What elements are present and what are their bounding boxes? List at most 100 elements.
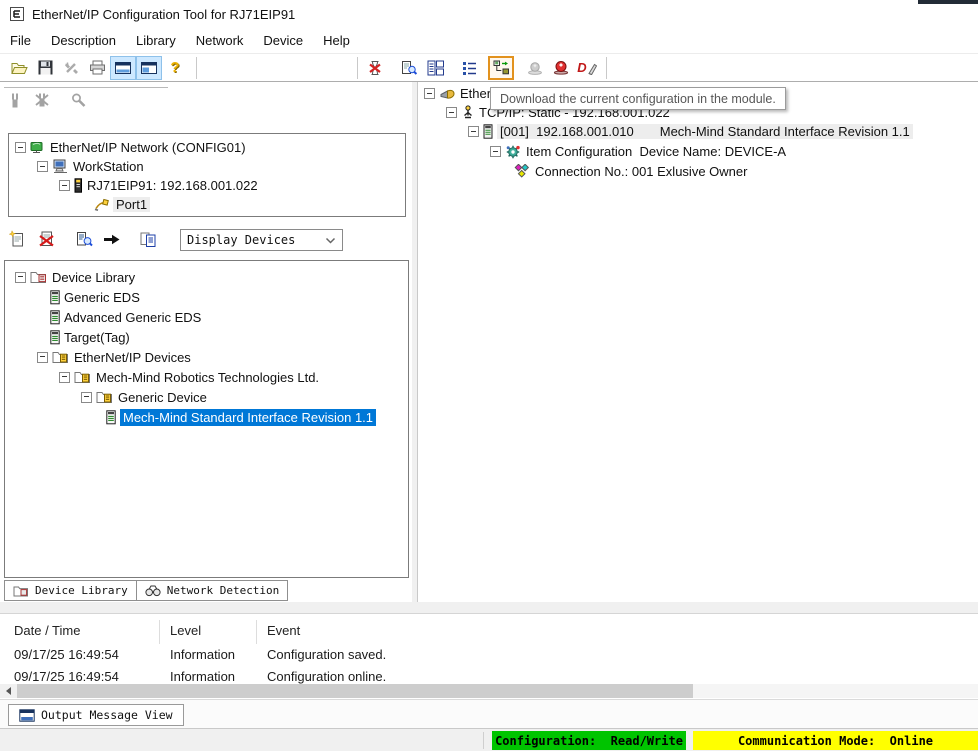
tree-label: RJ71EIP91: 192.168.001.022 [87,178,258,193]
tree-node-generic-device[interactable]: Generic Device [5,387,408,407]
pen-icon [587,61,597,75]
devices-folder-icon [96,390,114,404]
tree-node-advanced-generic-eds[interactable]: Advanced Generic EDS [5,307,408,327]
download-configuration-button[interactable] [488,56,514,80]
toggle-output-pane-button[interactable] [136,56,162,80]
menu-bar: File Description Library Network Device … [0,28,978,53]
status-bar: Configuration: Read/Write Communication … [0,728,978,751]
toolbar-separator [606,57,607,79]
collapse-icon[interactable] [468,126,479,137]
main-toolbar: ? D [0,53,978,82]
display-filter-select[interactable]: Display Devices [180,229,343,251]
tab-network-detection[interactable]: Network Detection [137,580,289,601]
log-column-event[interactable]: Event [257,620,770,644]
open-button[interactable] [6,56,32,80]
tooltip-text: Download the current configuration in th… [500,92,776,106]
tools-button-disabled [58,56,84,80]
tree-label: Device Library [52,270,135,285]
horizontal-splitter[interactable] [0,602,978,614]
log-horizontal-scrollbar[interactable] [0,684,978,698]
tree-label: [001] 192.168.001.010Mech-Mind Standard … [497,124,913,139]
device-name: Mech-Mind Standard Interface Revision 1.… [660,124,910,139]
eds-device-icon [50,290,60,305]
menu-description[interactable]: Description [41,30,126,51]
menu-file[interactable]: File [0,30,41,51]
add-device-icon[interactable] [8,230,27,248]
log-column-level[interactable]: Level [160,620,257,644]
print-button[interactable] [84,56,110,80]
collapse-icon[interactable] [37,161,48,172]
tools-icon [63,60,79,76]
collapse-icon[interactable] [424,88,435,99]
checklist-icon [462,61,477,75]
menu-network[interactable]: Network [186,30,254,51]
menu-device[interactable]: Device [253,30,313,51]
layout-left-pane-icon [141,62,157,74]
left-pane: EtherNet/IP Network (CONFIG01) WorkStati… [0,82,412,602]
device-list-button[interactable] [422,56,448,80]
insert-device-arrow-icon[interactable] [103,232,121,247]
tab-output-message-view[interactable]: Output Message View [8,704,184,726]
menu-help[interactable]: Help [313,30,360,51]
tree-node-connection[interactable]: Connection No.: 001 Exlusive Owner [514,162,747,181]
tree-label: EtherNet/IP Devices [74,350,191,365]
tree-node-device-library[interactable]: Device Library [5,267,408,287]
module-icon [483,124,493,139]
collapse-icon[interactable] [59,372,70,383]
go-offline-button[interactable] [362,56,388,80]
tree-node-vendor[interactable]: Mech-Mind Robotics Technologies Ltd. [5,367,408,387]
scroll-left-button[interactable] [0,684,17,698]
tree-node-item-configuration[interactable]: Item Configuration Device Name: DEVICE-A [490,142,786,161]
collapse-icon[interactable] [15,272,26,283]
tree-node-ethernet-ip-devices[interactable]: EtherNet/IP Devices [5,347,408,367]
layout-bottom-pane-icon [115,62,131,74]
collapse-icon[interactable] [490,146,501,157]
tree-node-generic-eds[interactable]: Generic EDS [5,287,408,307]
devices-folder-icon [52,350,70,364]
device-properties-icon[interactable] [76,231,93,248]
download-config-icon [493,60,509,75]
help-icon: ? [170,59,179,76]
menu-library[interactable]: Library [126,30,186,51]
item-list-button[interactable] [456,56,482,80]
tree-node-selected-device[interactable]: Mech-Mind Standard Interface Revision 1.… [5,407,408,427]
network-mini-toolbar [8,92,87,109]
tree-label: Advanced Generic EDS [64,310,201,325]
help-button[interactable]: ? [162,56,188,80]
output-message-panel: Date / Time Level Event 09/17/25 16:49:5… [0,614,978,699]
tree-node-adapter-device[interactable]: [001] 192.168.001.010Mech-Mind Standard … [468,122,913,141]
tree-node-network[interactable]: EtherNet/IP Network (CONFIG01) [9,138,405,157]
go-online-button[interactable] [548,56,574,80]
tree-node-port[interactable]: Port1 [9,195,405,214]
verify-configuration-button[interactable]: D [574,56,600,80]
mini-toolbar-divider [4,87,168,88]
tree-node-module[interactable]: RJ71EIP91: 192.168.001.022 [9,176,405,195]
device-library-folder-icon [30,270,48,284]
tree-label: Item Configuration Device Name: DEVICE-A [526,144,786,159]
window-title: EtherNet/IP Configuration Tool for RJ71E… [32,7,295,22]
collapse-icon[interactable] [15,142,26,153]
tree-node-target-tag[interactable]: Target(Tag) [5,327,408,347]
toggle-library-pane-button[interactable] [110,56,136,80]
delete-device-icon[interactable] [37,230,56,248]
log-column-datetime[interactable]: Date / Time [0,620,160,644]
tab-label: Device Library [35,584,128,597]
online-pin-icon [553,60,569,75]
collapse-icon[interactable] [446,107,457,118]
chevron-down-icon [325,237,336,244]
tree-label: EtherNet/IP Network (CONFIG01) [50,140,246,155]
diagnostics-button[interactable] [396,56,422,80]
tab-device-library[interactable]: Device Library [4,580,137,601]
tree-label: WorkStation [73,159,144,174]
scrollbar-thumb[interactable] [17,684,693,698]
duplicate-device-icon[interactable] [139,231,158,248]
printer-icon [89,60,106,75]
module-icon [74,178,83,193]
verify-d-icon: D [577,60,586,75]
background-window-edge [918,0,978,4]
collapse-icon[interactable] [37,352,48,363]
save-button[interactable] [32,56,58,80]
tree-node-workstation[interactable]: WorkStation [9,157,405,176]
collapse-icon[interactable] [81,392,92,403]
collapse-icon[interactable] [59,180,70,191]
